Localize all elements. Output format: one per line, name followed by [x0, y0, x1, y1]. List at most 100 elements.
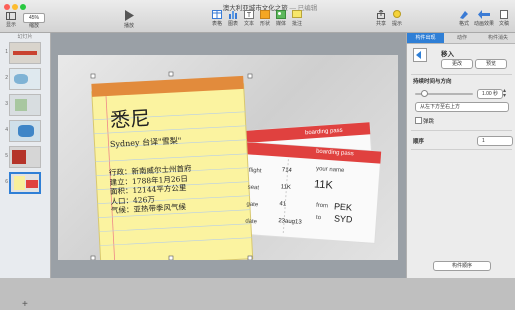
table-label: 表格: [211, 21, 222, 27]
ticket-name-value: 11K: [313, 178, 334, 192]
tab-action[interactable]: 动作: [444, 33, 480, 43]
chart-icon: [229, 11, 237, 19]
ticket-label: gate: [246, 201, 259, 209]
animate-button[interactable]: 动画效果: [474, 10, 494, 27]
order-select[interactable]: 1: [477, 136, 513, 146]
table-icon: [212, 10, 222, 19]
current-slide[interactable]: 悉尼 Sydney 台译"雪梨" 行政：新南威尔士州首府 建立：1788年1月2…: [58, 55, 398, 260]
slide-number: 3: [5, 101, 8, 107]
slide-number: 5: [5, 153, 8, 159]
ticket-value: 41: [279, 201, 287, 208]
chart-label: 图表: [227, 21, 238, 27]
slide-number: 6: [5, 179, 8, 185]
play-label: 播放: [123, 23, 134, 29]
add-slide-button[interactable]: +: [22, 299, 28, 310]
view-button[interactable]: 显示: [3, 12, 19, 28]
build-order-button[interactable]: 构件顺序: [433, 261, 491, 271]
shape-label: 形状: [259, 21, 270, 27]
ticket-to-label: to: [315, 214, 322, 222]
tab-build-in[interactable]: 构件出现: [407, 33, 444, 43]
format-button[interactable]: 格式: [456, 10, 472, 27]
media-button[interactable]: 媒体: [274, 10, 288, 27]
zoom-label: 缩放: [28, 23, 39, 29]
effect-name: 移入: [441, 51, 454, 58]
ticket-value: 11K: [280, 184, 292, 191]
divider: [411, 149, 512, 150]
slide-thumbnail-3[interactable]: [9, 94, 41, 116]
shape-icon: [260, 10, 270, 19]
move-in-effect-icon: [413, 48, 427, 62]
divider: [411, 74, 512, 75]
media-label: 媒体: [275, 21, 286, 27]
slide-thumbnail-5[interactable]: [9, 146, 41, 168]
share-button[interactable]: 共享: [374, 10, 388, 27]
slide-number: 2: [5, 75, 8, 81]
duration-stepper[interactable]: ▴ ▾: [503, 88, 506, 99]
comment-icon: [292, 10, 302, 18]
document-setup-label: 文稿: [498, 21, 509, 27]
slide-number: 4: [5, 127, 8, 133]
ticket-from-value: PEK: [333, 201, 353, 213]
preview-button[interactable]: 预览: [475, 59, 507, 69]
ticket-label: flight: [248, 167, 262, 175]
slide-title: 悉尼: [109, 105, 151, 133]
document-icon: [500, 10, 508, 19]
bounce-checkbox[interactable]: [415, 117, 422, 124]
zoom-window-button[interactable]: [20, 4, 26, 10]
slide-thumbnail-2[interactable]: [9, 68, 41, 90]
share-label: 共享: [375, 21, 386, 27]
view-label: 显示: [5, 22, 16, 28]
ticket-label: date: [245, 218, 258, 226]
minimize-window-button[interactable]: [12, 4, 18, 10]
play-icon: [125, 10, 134, 21]
text-button[interactable]: T 文本: [242, 10, 256, 27]
format-label: 格式: [458, 21, 469, 27]
slide-body: 行政：新南威尔士州首府 建立：1788年1月26日 面积：12144平方公里 人…: [109, 164, 194, 216]
share-icon: [377, 10, 385, 19]
navigator-header: 幻灯片: [17, 34, 33, 40]
toolbar: 澳大利亚城市文化之旅 — 已编辑 显示 45% 缩放 播放 表格 图表 T 文本…: [0, 0, 515, 33]
duration-section-title: 持续时间与方向: [413, 79, 452, 85]
text-icon: T: [244, 10, 254, 19]
animate-label: 动画效果: [474, 21, 495, 27]
animation-inspector: 构件出现 动作 构件消失 移入 更改 预览 持续时间与方向 1.00 秒 ▴ ▾ …: [406, 33, 515, 278]
table-button[interactable]: 表格: [210, 10, 224, 27]
document-setup-button[interactable]: 文稿: [496, 10, 512, 27]
shape-button[interactable]: 形状: [258, 10, 272, 27]
slide-thumbnail-1[interactable]: [9, 42, 41, 64]
slide-artwork: [90, 71, 382, 260]
tab-build-out[interactable]: 构件消失: [480, 33, 515, 43]
ticket-label: seat: [247, 184, 260, 192]
duration-field[interactable]: 1.00 秒: [477, 89, 503, 99]
bounce-label: 弹跳: [423, 119, 435, 125]
ticket-to-value: SYD: [333, 213, 353, 225]
view-icon: [6, 12, 16, 20]
ticket-value: 714: [281, 167, 293, 174]
format-icon: [460, 11, 468, 19]
ticket-from-label: from: [315, 202, 329, 210]
tips-icon: [393, 10, 401, 18]
text-label: 文本: [243, 21, 254, 27]
slider-thumb[interactable]: [421, 90, 428, 97]
play-button[interactable]: 播放: [120, 10, 138, 29]
slide-thumbnail-6-selected[interactable]: [9, 172, 41, 194]
direction-select[interactable]: 从左下方至右上方: [415, 102, 509, 112]
slide-number: 1: [5, 49, 8, 55]
order-label: 顺序: [413, 139, 425, 145]
slide-thumbnail-4[interactable]: [9, 120, 41, 142]
plus-icon: +: [22, 299, 28, 310]
comment-label: 批注: [291, 21, 302, 27]
media-icon: [276, 10, 286, 19]
comment-button[interactable]: 批注: [290, 10, 304, 27]
chart-button[interactable]: 图表: [226, 10, 240, 27]
svg-text:T: T: [247, 12, 252, 19]
inspector-tabs: 构件出现 动作 构件消失: [407, 33, 515, 44]
close-window-button[interactable]: [4, 4, 10, 10]
ticket-value: 23aug13: [278, 218, 302, 226]
tips-button[interactable]: 提示: [390, 10, 404, 27]
animate-icon: [478, 10, 490, 19]
change-effect-button[interactable]: 更改: [441, 59, 473, 69]
duration-slider[interactable]: [415, 90, 473, 97]
slide-navigator: 幻灯片 1 2 3 4 5 6 +: [0, 33, 51, 310]
divider: [411, 130, 512, 131]
